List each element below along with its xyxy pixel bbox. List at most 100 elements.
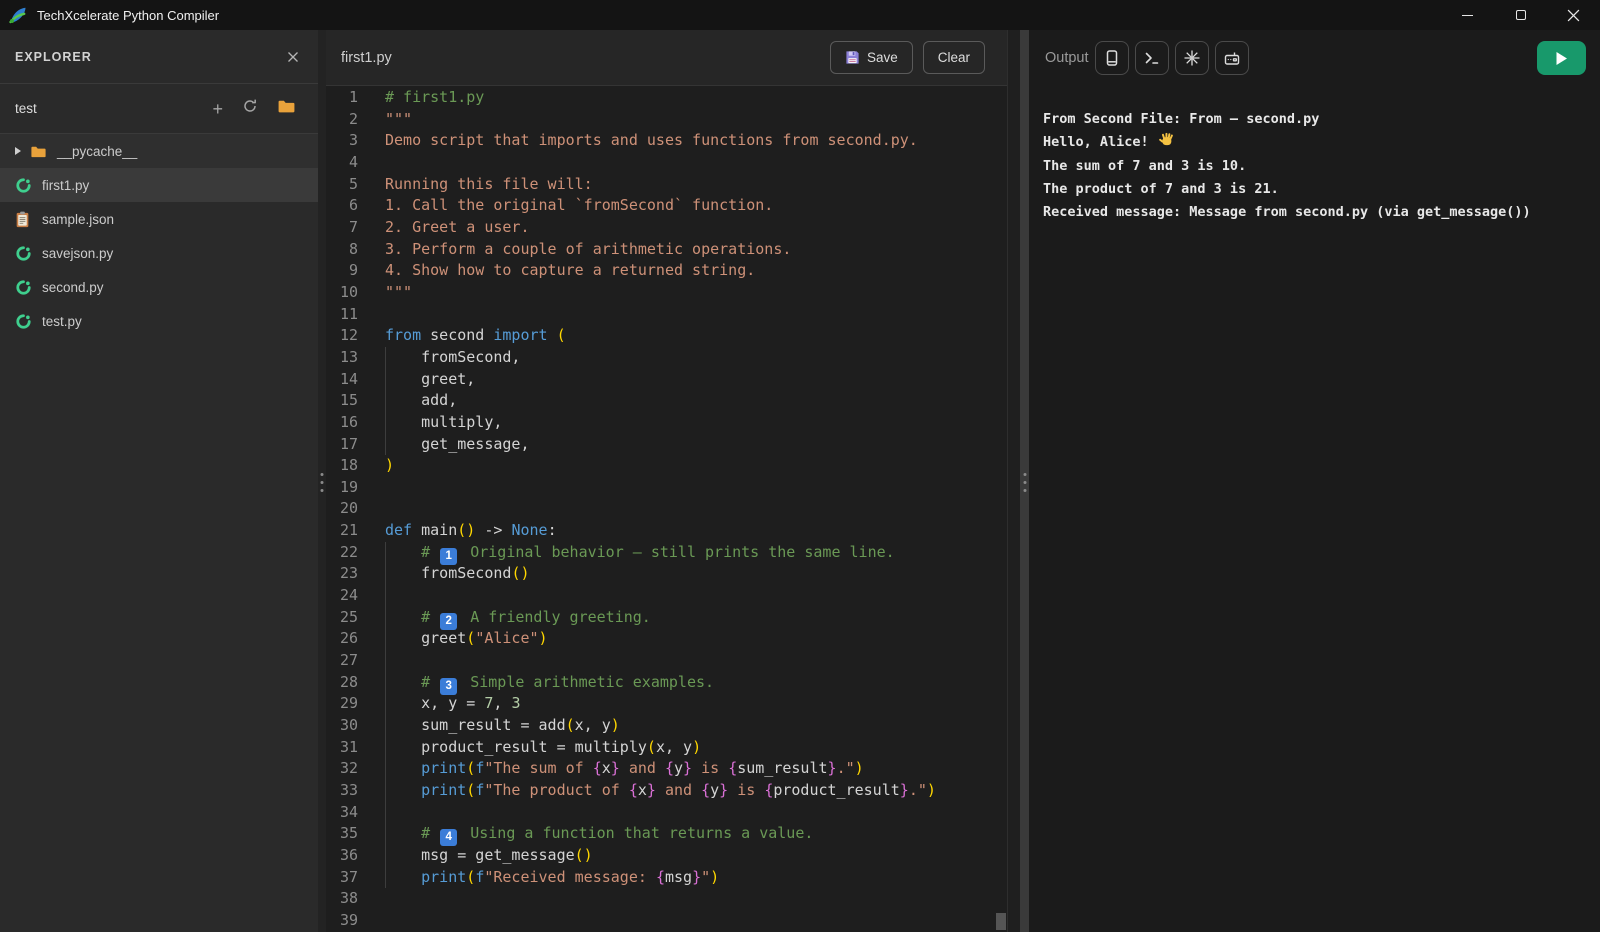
- indent-guide: [385, 607, 386, 629]
- code-line-content: """: [385, 109, 1007, 131]
- code-token: ): [539, 629, 548, 647]
- maximize-button[interactable]: [1494, 0, 1547, 30]
- code-token: "Received message:: [484, 868, 656, 886]
- chevron-right-icon[interactable]: [15, 147, 21, 155]
- explorer-close-button[interactable]: [284, 48, 302, 66]
- keycap-digit-icon: 2: [440, 613, 457, 630]
- code-token: 3. Perform a couple of arithmetic operat…: [385, 240, 791, 258]
- code-line-content: # 4 Using a function that returns a valu…: [385, 823, 1007, 845]
- line-number: 36: [326, 845, 358, 867]
- explorer-editor-splitter[interactable]: [318, 30, 326, 932]
- code-line-content: add,: [385, 390, 1007, 412]
- code-line: 2""": [326, 109, 1007, 131]
- indent-guide: [385, 867, 386, 889]
- line-number: 28: [326, 672, 358, 694]
- code-token: (: [647, 738, 656, 756]
- file-tree-item-second-py[interactable]: second.py: [0, 270, 318, 304]
- python-icon: [15, 279, 32, 296]
- code-token: ): [385, 456, 394, 474]
- code-token: msg: [665, 868, 692, 886]
- file-tree-item-savejson-py[interactable]: savejson.py: [0, 236, 318, 270]
- code-token: (: [466, 781, 475, 799]
- code-line: 39: [326, 910, 1007, 932]
- code-line-content: product_result = multiply(x, y): [385, 737, 1007, 759]
- file-tree-item-first1-py[interactable]: first1.py: [0, 168, 318, 202]
- line-number: 39: [326, 910, 358, 932]
- code-line-content: [385, 910, 1007, 932]
- indent-guide: [385, 845, 386, 867]
- code-token: #: [421, 824, 439, 842]
- code-token: "The sum of: [484, 759, 592, 777]
- code-line-content: [385, 888, 1007, 910]
- code-line: 15 add,: [326, 390, 1007, 412]
- file-tree-item--pycache-[interactable]: __pycache__: [0, 134, 318, 168]
- explorer-panel: EXPLORER test + __pycache__first1.pysam: [0, 30, 318, 932]
- code-line: 26 greet("Alice"): [326, 628, 1007, 650]
- file-label: sample.json: [42, 212, 114, 227]
- open-folder-button[interactable]: [277, 98, 296, 119]
- save-button-label: Save: [867, 50, 898, 65]
- output-line: Received message: Message from second.py…: [1043, 201, 1590, 224]
- terminal-button[interactable]: [1135, 41, 1169, 75]
- run-button[interactable]: [1537, 41, 1586, 75]
- code-token: Simple arithmetic examples.: [461, 673, 714, 691]
- code-token: #: [421, 608, 439, 626]
- line-number: 26: [326, 628, 358, 650]
- code-token: 1. Call the original `fromSecond` functi…: [385, 196, 773, 214]
- line-number: 3: [326, 130, 358, 152]
- code-line-content: 3. Perform a couple of arithmetic operat…: [385, 239, 1007, 261]
- code-token: f: [475, 781, 484, 799]
- indent-guide: [385, 412, 386, 434]
- indent-guide: [385, 628, 386, 650]
- minimize-button[interactable]: [1441, 0, 1494, 30]
- code-line: 72. Greet a user.: [326, 217, 1007, 239]
- clear-button[interactable]: Clear: [923, 41, 985, 74]
- save-button[interactable]: Save: [830, 41, 913, 74]
- line-number: 24: [326, 585, 358, 607]
- line-number: 37: [326, 867, 358, 889]
- code-line: 61. Call the original `fromSecond` funct…: [326, 195, 1007, 217]
- radio-icon: [1223, 49, 1241, 67]
- keycap-digit-icon: 3: [440, 678, 457, 695]
- line-number: 32: [326, 758, 358, 780]
- line-number: 14: [326, 369, 358, 391]
- code-token: [385, 759, 421, 777]
- title-bar: TechXcelerate Python Compiler: [0, 0, 1600, 30]
- new-file-button[interactable]: +: [212, 100, 223, 118]
- output-text: Received message: Message from second.py…: [1043, 201, 1531, 224]
- code-line-content: [385, 585, 1007, 607]
- line-number: 4: [326, 152, 358, 174]
- code-line: 32 print(f"The sum of {x} and {y} is {su…: [326, 758, 1007, 780]
- notebook-button[interactable]: [1095, 41, 1129, 75]
- code-token: Demo script that imports and uses functi…: [385, 131, 918, 149]
- code-token: 3: [511, 694, 520, 712]
- code-token: x, y: [575, 716, 611, 734]
- code-line: 18): [326, 455, 1007, 477]
- close-button[interactable]: [1547, 0, 1600, 30]
- code-line-content: fromSecond,: [385, 347, 1007, 369]
- output-text: The product of 7 and 3 is 21.: [1043, 178, 1279, 201]
- code-token: [385, 608, 421, 626]
- maximize-icon: [1516, 10, 1526, 20]
- code-token: get_message,: [385, 435, 530, 453]
- code-token: x, y =: [385, 694, 484, 712]
- line-number: 38: [326, 888, 358, 910]
- code-line: 31 product_result = multiply(x, y): [326, 737, 1007, 759]
- asterisk-button[interactable]: [1175, 41, 1209, 75]
- code-line: 19: [326, 477, 1007, 499]
- line-number: 35: [326, 823, 358, 845]
- code-token: sum_result = add: [385, 716, 566, 734]
- editor-scrollbar-thumb[interactable]: [996, 913, 1006, 930]
- indent-guide: [385, 563, 386, 585]
- code-token: sum_result: [737, 759, 827, 777]
- code-token: Running this file will:: [385, 175, 593, 193]
- code-token: x: [602, 759, 611, 777]
- code-editor[interactable]: 1# first1.py2"""3Demo script that import…: [326, 86, 1007, 932]
- file-tree-item-sample-json[interactable]: sample.json: [0, 202, 318, 236]
- file-tree-item-test-py[interactable]: test.py: [0, 304, 318, 338]
- code-line: 34: [326, 802, 1007, 824]
- indent-guide: [385, 758, 386, 780]
- radio-button[interactable]: [1215, 41, 1249, 75]
- editor-output-splitter[interactable]: [1020, 30, 1029, 932]
- refresh-button[interactable]: [242, 98, 258, 119]
